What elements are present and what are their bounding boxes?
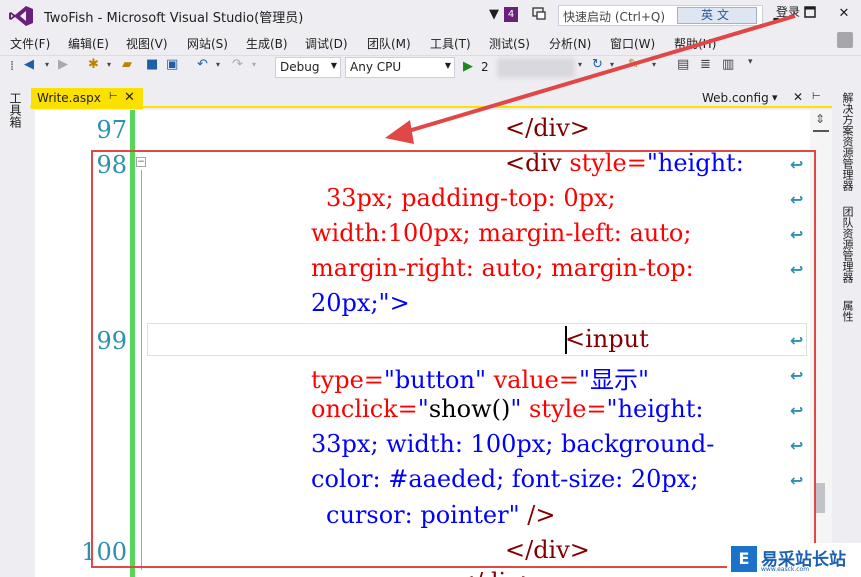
team-explorer-tab[interactable]: 团队资源管理器	[837, 206, 855, 283]
menu-test[interactable]: 测试(S)	[489, 35, 530, 52]
solution-explorer-tab[interactable]: 解决方案资源管理器	[837, 92, 855, 191]
format-icon[interactable]: ▤	[677, 57, 689, 72]
menu-view[interactable]: 视图(V)	[126, 35, 168, 52]
browser-link-icon[interactable]: ✎	[628, 57, 639, 72]
menu-edit[interactable]: 编辑(E)	[68, 35, 109, 52]
watermark-subtext: www.easck.com	[761, 566, 810, 573]
menu-file[interactable]: 文件(F)	[10, 35, 50, 52]
browser-dropdown-icon[interactable]: ▾	[652, 60, 656, 69]
tab-list-dropdown-icon[interactable]: ▾	[772, 91, 778, 104]
menu-build[interactable]: 生成(B)	[246, 35, 288, 52]
maximize-icon	[804, 6, 816, 18]
redo-icon[interactable]: ↷	[232, 57, 243, 72]
properties-tab[interactable]: 属性	[837, 300, 855, 322]
left-dock-strip	[0, 88, 30, 577]
watermark-logo-icon: E	[731, 546, 757, 572]
chevron-down-icon: ▼	[444, 61, 451, 70]
account-icon[interactable]	[837, 32, 853, 48]
code-line: </div>	[455, 568, 540, 577]
new-dropdown-icon[interactable]: ▾	[107, 60, 111, 69]
menu-debug[interactable]: 调试(D)	[305, 35, 348, 52]
start-icon[interactable]: ▶	[463, 59, 473, 74]
menu-window[interactable]: 窗口(W)	[610, 35, 655, 52]
back-icon[interactable]: ◀	[24, 57, 34, 72]
menu-tools[interactable]: 工具(T)	[430, 35, 471, 52]
tab-web-config[interactable]: Web.config	[702, 91, 769, 105]
menu-team[interactable]: 团队(M)	[367, 35, 411, 52]
toolbar-grip-icon: ⁞	[10, 59, 15, 74]
toolbox-tab[interactable]: 工具箱	[8, 92, 24, 128]
refresh-icon[interactable]: ↻	[592, 57, 603, 72]
notification-badge[interactable]: 4	[504, 7, 518, 22]
scroll-marker	[813, 130, 829, 132]
visual-studio-logo-icon	[9, 6, 33, 26]
save-icon[interactable]: ■	[146, 57, 158, 72]
blurred-region	[497, 58, 575, 78]
undo-icon[interactable]: ↶	[197, 57, 208, 72]
pin-icon[interactable]: ⊢	[109, 91, 118, 102]
tab-label: Write.aspx	[37, 91, 101, 105]
code-line: </div>	[505, 114, 590, 142]
filter-icon[interactable]: ▼	[489, 7, 499, 22]
maximize-button[interactable]	[800, 6, 820, 24]
scrollbar-thumb[interactable]	[815, 483, 825, 513]
new-project-icon[interactable]: ✱	[88, 57, 99, 72]
ime-indicator: 英文	[677, 7, 757, 24]
platform-value: Any CPU	[350, 60, 402, 74]
menu-analyze[interactable]: 分析(N)	[549, 35, 591, 52]
tab-close-icon[interactable]: ✕	[124, 90, 135, 105]
back-dropdown-icon[interactable]: ▾	[45, 60, 49, 69]
annotation-highlight-box	[91, 150, 816, 568]
preview-pin-icon[interactable]: ⊢	[812, 91, 821, 102]
open-icon[interactable]: ▰	[122, 57, 132, 72]
menu-website[interactable]: 网站(S)	[187, 35, 228, 52]
menu-bar: 文件(F) 编辑(E) 视图(V) 网站(S) 生成(B) 调试(D) 团队(M…	[0, 32, 861, 54]
start-dropdown-icon[interactable]: ▾	[578, 60, 582, 69]
start-button[interactable]: 2	[481, 60, 489, 74]
toolbar-overflow-icon[interactable]: ▾	[748, 57, 753, 67]
save-all-icon[interactable]: ▣	[166, 57, 178, 72]
close-button[interactable]: ✕	[834, 6, 854, 24]
undo-dropdown-icon[interactable]: ▾	[216, 60, 220, 69]
platform-select[interactable]: Any CPU ▼	[345, 57, 455, 78]
line-number: 97	[96, 116, 127, 144]
menu-help[interactable]: 帮助(H)	[674, 35, 716, 52]
comment-icon[interactable]: ▥	[722, 57, 734, 72]
feedback-icon[interactable]	[531, 6, 547, 22]
split-handle-icon[interactable]: ⇕	[813, 112, 827, 128]
window-title: TwoFish - Microsoft Visual Studio(管理员)	[44, 11, 304, 26]
chevron-down-icon: ▼	[330, 61, 337, 70]
preview-close-icon[interactable]: ✕	[793, 90, 803, 104]
refresh-dropdown-icon[interactable]: ▾	[610, 60, 614, 69]
config-select[interactable]: Debug ▼	[275, 57, 341, 78]
indent-icon[interactable]: ≣	[700, 57, 711, 72]
sign-in-link[interactable]: 登录	[776, 3, 800, 20]
config-value: Debug	[280, 60, 320, 74]
redo-dropdown-icon[interactable]: ▾	[252, 60, 256, 69]
forward-icon[interactable]: ▶	[58, 57, 68, 72]
